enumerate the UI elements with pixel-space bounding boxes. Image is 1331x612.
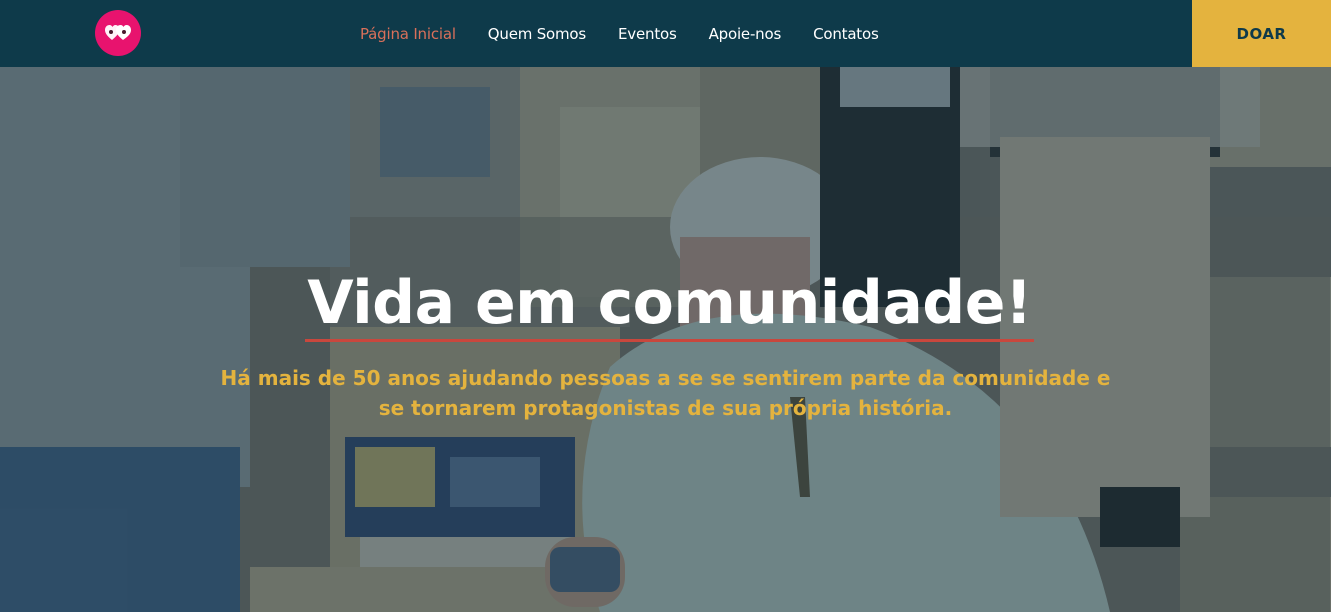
hero-subtitle-line-2: se tornarem protagonistas de sua própria…: [378, 396, 953, 420]
nav-item-eventos[interactable]: Eventos: [618, 25, 677, 43]
nav-item-quem-somos[interactable]: Quem Somos: [488, 25, 586, 43]
hero-title: Vida em comunidade!: [305, 267, 1034, 342]
nav-item-contatos[interactable]: Contatos: [813, 25, 879, 43]
hearts-icon: [105, 25, 131, 40]
hero-title-wrapper: Vida em comunidade!: [0, 267, 1331, 342]
nav-item-apoie-nos[interactable]: Apoie-nos: [709, 25, 782, 43]
hero-subtitle-line-1: Há mais de 50 anos ajudando pessoas a se…: [220, 366, 1111, 390]
brand-logo[interactable]: [95, 10, 141, 56]
hero-subtitle: Há mais de 50 anos ajudando pessoas a se…: [190, 363, 1141, 423]
donate-button[interactable]: DOAR: [1192, 0, 1331, 67]
main-nav: Página Inicial Quem Somos Eventos Apoie-…: [360, 0, 911, 67]
hero-section: Vida em comunidade! Há mais de 50 anos a…: [0, 67, 1331, 612]
nav-item-pagina-inicial[interactable]: Página Inicial: [360, 25, 456, 43]
top-navbar: Página Inicial Quem Somos Eventos Apoie-…: [0, 0, 1331, 67]
